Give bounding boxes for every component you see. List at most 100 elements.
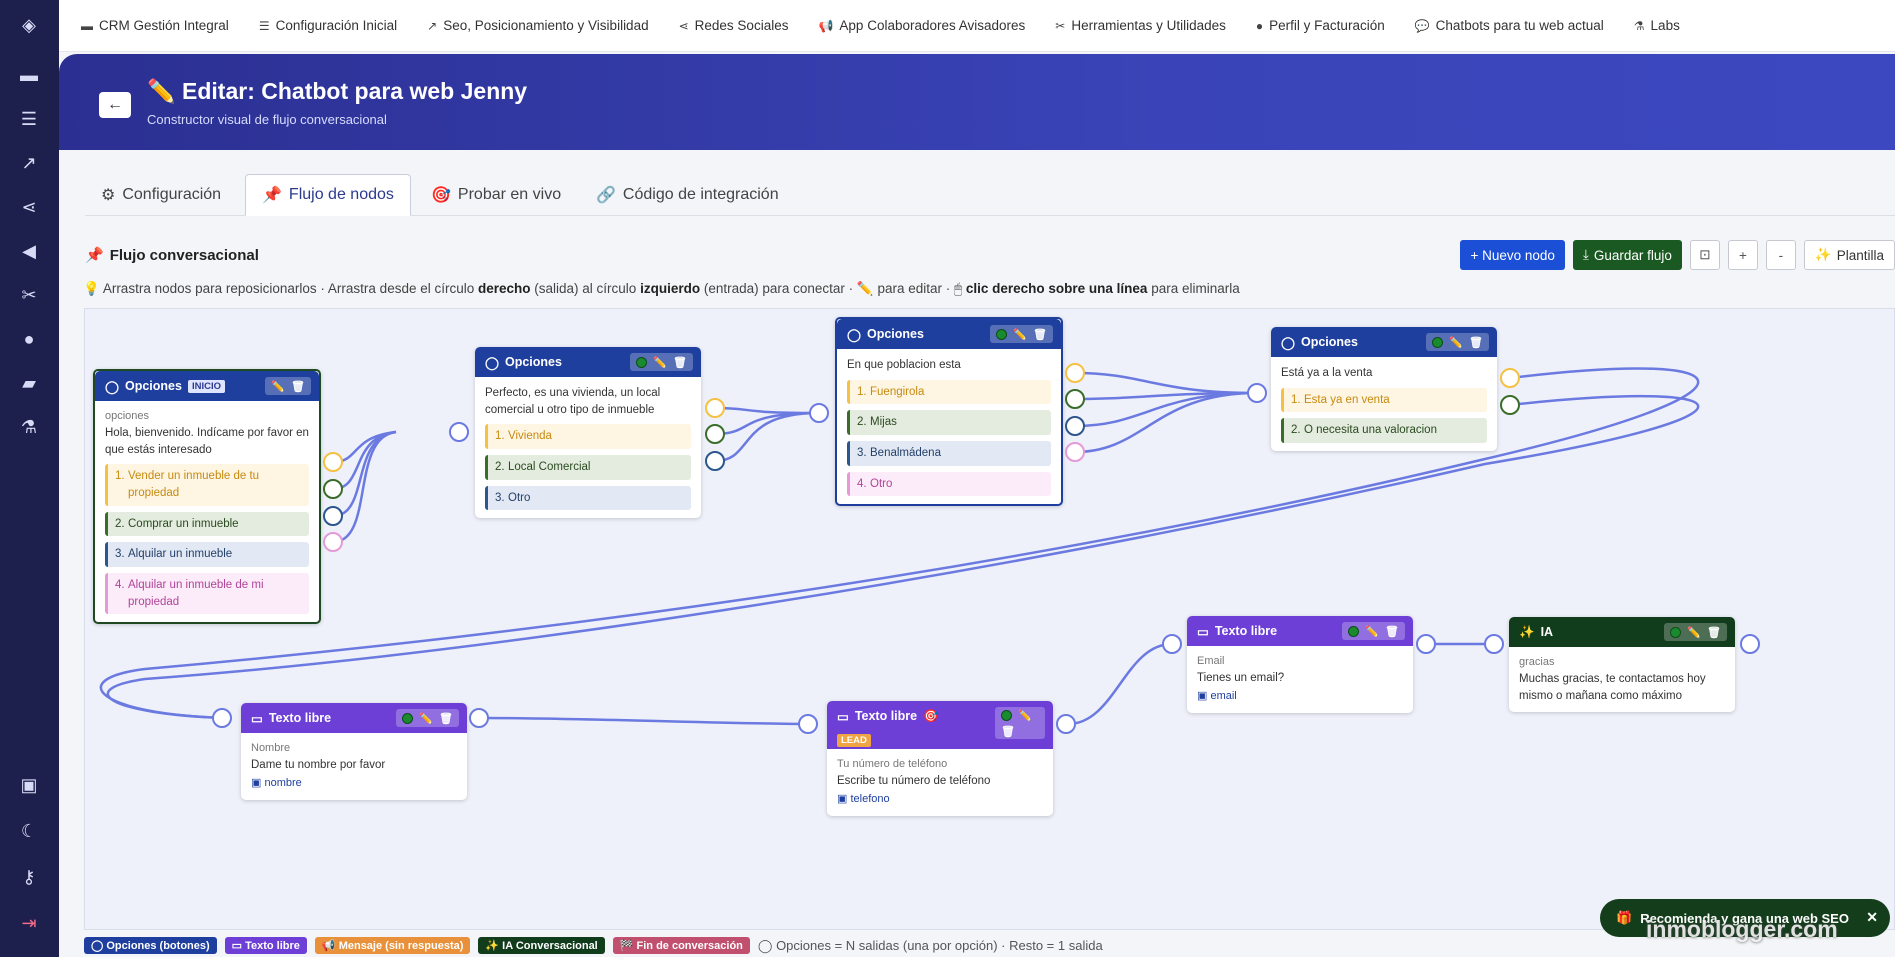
node-texto-telefono[interactable]: ▭ Texto libre 🎯 LEAD ✏️ 🗑 Tu número de telé… — [827, 701, 1053, 816]
input-port[interactable] — [449, 422, 469, 442]
nav-seo[interactable]: ↗ Seo, Posicionamiento y Visibilidad — [427, 18, 648, 33]
nav-social[interactable]: ⋖ Redes Sociales — [679, 18, 789, 33]
node-opciones-tipo[interactable]: ◯ Opciones ✏️ 🗑 Perfecto, es una vivienda,… — [475, 347, 701, 519]
close-icon[interactable]: ✕ — [1866, 909, 1878, 926]
node-header[interactable]: ▭ Texto libre 🎯 LEAD ✏️ 🗑 — [827, 701, 1053, 749]
output-port[interactable] — [323, 506, 343, 526]
output-port[interactable] — [323, 532, 343, 552]
tab-flujo-de-nodos[interactable]: 📌 Flujo de nodos — [245, 174, 411, 216]
output-port[interactable] — [705, 424, 725, 444]
node-header[interactable]: ◯ Opciones ✏️ 🗑 — [475, 347, 701, 377]
pencil-icon[interactable]: ✏️ — [653, 356, 667, 369]
output-port[interactable] — [1740, 634, 1760, 654]
save-icon: ▣ — [1197, 689, 1208, 702]
pencil-icon[interactable]: ✏️ — [419, 712, 433, 725]
trash-icon[interactable]: 🗑 — [291, 380, 305, 393]
sliders-icon[interactable]: ☰ — [14, 104, 44, 134]
node-header[interactable]: ▭ Texto libre ✏️ 🗑 — [1187, 616, 1413, 646]
layers-logo-icon[interactable]: ◈ — [14, 10, 44, 40]
tab-codigo-integracion[interactable]: 🔗 Código de integración — [580, 174, 795, 216]
key-icon[interactable]: ⚷ — [14, 862, 44, 892]
flow-canvas[interactable]: ◯ Opciones INICIO ✏️ 🗑 opciones Hola, bienv… — [84, 308, 1895, 930]
trash-icon[interactable]: 🗑 — [1033, 328, 1047, 341]
input-port[interactable] — [1484, 634, 1504, 654]
node-texto-nombre[interactable]: ▭ Texto libre ✏️ 🗑 Nombre Dame tu nombre p… — [241, 703, 467, 800]
trash-icon[interactable]: 🗑 — [673, 356, 687, 369]
pencil-icon[interactable]: ✏️ — [1013, 328, 1027, 341]
variable-tag: ▣ telefono — [837, 792, 890, 805]
trash-icon[interactable]: 🗑 — [1001, 725, 1015, 738]
tab-configuracion[interactable]: ⚙ Configuración — [85, 174, 237, 216]
fit-view-button[interactable]: ⊡ — [1689, 240, 1720, 270]
node-header[interactable]: ▭ Texto libre ✏️ 🗑 — [241, 703, 467, 733]
template-button[interactable]: ✨ Plantilla — [1803, 240, 1895, 270]
trash-icon[interactable]: 🗑 — [1469, 336, 1483, 349]
pencil-icon[interactable]: ✏️ — [1018, 709, 1032, 722]
legend-mensaje: 📢 Mensaje (sin respuesta) — [314, 937, 471, 954]
variable-tag: ▣ nombre — [251, 776, 302, 789]
nav-chatbots[interactable]: 💬 Chatbots para tu web actual — [1415, 18, 1604, 33]
output-port[interactable] — [469, 708, 489, 728]
trash-icon[interactable]: 🗑 — [439, 712, 453, 725]
tab-probar-en-vivo[interactable]: 🎯 Probar en vivo — [415, 174, 577, 216]
output-port[interactable] — [323, 452, 343, 472]
output-port[interactable] — [705, 451, 725, 471]
output-port[interactable] — [1416, 634, 1436, 654]
node-texto-email[interactable]: ▭ Texto libre ✏️ 🗑 Email Tienes un email? … — [1187, 616, 1413, 713]
output-port[interactable] — [1056, 714, 1076, 734]
nav-crm[interactable]: ▬ CRM Gestión Integral — [81, 18, 229, 33]
page-title: ✏️ Editar: Chatbot para web Jenny — [147, 78, 528, 104]
nav-tools[interactable]: ✂ Herramientas y Utilidades — [1055, 18, 1226, 33]
input-port[interactable] — [798, 714, 818, 734]
node-header[interactable]: ◯ Opciones INICIO ✏️ 🗑 — [95, 371, 319, 401]
output-port[interactable] — [1065, 363, 1085, 383]
pushpin-icon: 📌 — [262, 187, 282, 204]
trash-icon[interactable]: 🗑 — [1707, 626, 1721, 639]
pencil-icon[interactable]: ✏️ — [1449, 336, 1463, 349]
output-port[interactable] — [1500, 368, 1520, 388]
node-header[interactable]: ✨ IA ✏️ 🗑 — [1509, 617, 1735, 647]
output-port[interactable] — [1500, 395, 1520, 415]
save-flow-button[interactable]: ⤓ Guardar flujo — [1572, 240, 1682, 270]
node-header[interactable]: ◯ Opciones ✏️ 🗑 — [1271, 327, 1497, 357]
new-node-button[interactable]: + Nuevo nodo — [1460, 240, 1565, 270]
input-port[interactable] — [1247, 383, 1267, 403]
input-port[interactable] — [809, 403, 829, 423]
back-button[interactable]: ← — [99, 92, 131, 118]
node-header[interactable]: ◯ Opciones ✏️ 🗑 — [837, 319, 1061, 349]
chart-line-icon[interactable]: ↗ — [14, 148, 44, 178]
moon-icon[interactable]: ☾ — [14, 816, 44, 846]
node-opciones-poblacion[interactable]: ◯ Opciones ✏️ 🗑 En que poblacion esta 1. Fu… — [835, 317, 1063, 507]
chat-icon[interactable]: ▰ — [14, 368, 44, 398]
pencil-icon[interactable]: ✏️ — [1365, 625, 1379, 638]
megaphone-icon[interactable]: ◀ — [14, 236, 44, 266]
nav-profile[interactable]: ● Perfil y Facturación — [1256, 18, 1385, 33]
trash-icon[interactable]: 🗑 — [1385, 625, 1399, 638]
output-port[interactable] — [1065, 442, 1085, 462]
tools-icon[interactable]: ✂ — [14, 280, 44, 310]
crm-icon[interactable]: ▬ — [14, 60, 44, 90]
user-circle-icon[interactable]: ● — [14, 324, 44, 354]
flask-icon[interactable]: ⚗ — [14, 412, 44, 442]
gift-icon[interactable]: ▣ — [14, 770, 44, 800]
node-message: Muchas gracias, te contactamos hoy mismo… — [1519, 672, 1706, 702]
output-port[interactable] — [323, 479, 343, 499]
node-opciones-inicio[interactable]: ◯ Opciones INICIO ✏️ 🗑 opciones Hola, bienv… — [93, 369, 321, 625]
output-port[interactable] — [1065, 389, 1085, 409]
output-port[interactable] — [705, 398, 725, 418]
zoom-in-button[interactable]: + — [1727, 240, 1758, 270]
zoom-out-button[interactable]: - — [1765, 240, 1796, 270]
pencil-icon[interactable]: ✏️ — [1687, 626, 1701, 639]
node-ia-gracias[interactable]: ✨ IA ✏️ 🗑 gracias Muchas gracias, te conta… — [1509, 617, 1735, 713]
output-port[interactable] — [1065, 416, 1085, 436]
nav-labs[interactable]: ⚗ Labs — [1634, 18, 1680, 33]
pencil-icon[interactable]: ✏️ — [271, 380, 285, 393]
input-port[interactable] — [212, 708, 232, 728]
nav-config[interactable]: ☰ Configuración Inicial — [259, 18, 397, 33]
node-opciones-venta[interactable]: ◯ Opciones ✏️ 🗑 Está ya a la venta 1. Esta … — [1271, 327, 1497, 452]
nav-collab[interactable]: 📢 App Colaboradores Avisadores — [818, 18, 1025, 33]
input-port[interactable] — [1162, 634, 1182, 654]
lead-badge: LEAD — [837, 733, 871, 747]
logout-icon[interactable]: ⇥ — [14, 908, 44, 938]
share-icon[interactable]: ⋖ — [14, 192, 44, 222]
